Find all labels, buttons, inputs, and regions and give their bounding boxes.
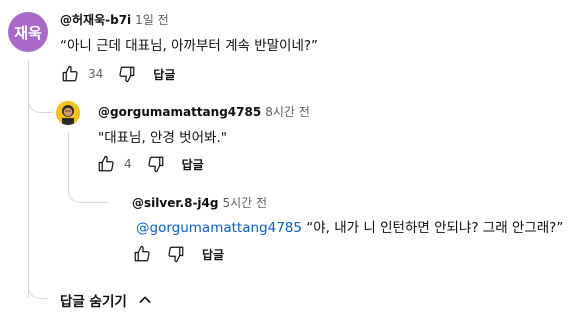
thumbs-up-icon [62, 65, 78, 82]
reply-time[interactable]: 8시간 전 [265, 105, 310, 119]
commenter-avatar[interactable]: 재욱 [8, 12, 48, 52]
like-count: 4 [124, 157, 132, 171]
reply-header: @gorgumamattang4785 8시간 전 [98, 103, 310, 120]
chevron-up-icon [139, 296, 151, 303]
mention-link[interactable]: @gorgumamattang4785 [136, 220, 302, 236]
reply-actions: 답글 [130, 242, 224, 266]
avatar-illustration-icon [56, 101, 80, 125]
comment-actions: 34 답글 [58, 62, 175, 86]
comment-text: “아니 근데 대표님, 아까부터 계속 반말이네?” [60, 38, 319, 54]
hide-replies-button[interactable]: 답글 숨기기 [60, 290, 153, 310]
reply-button[interactable]: 답글 [182, 156, 204, 173]
reply-avatar[interactable] [56, 101, 80, 125]
thread-connector [28, 282, 47, 299]
like-count: 34 [88, 67, 104, 81]
reply-text: @gorgumamattang4785 “야, 내가 니 인턴하면 안되냐? 그… [136, 216, 563, 236]
comment-author-handle[interactable]: @허재욱-b7i [60, 13, 131, 27]
thread-connector [28, 90, 53, 113]
reply-button[interactable]: 답글 [153, 66, 175, 83]
reply-time[interactable]: 5시간 전 [222, 196, 267, 210]
dislike-button[interactable] [144, 152, 168, 176]
comment-header: @허재욱-b7i 1일 전 [60, 11, 169, 28]
like-button[interactable] [130, 242, 154, 266]
thumbs-down-icon [148, 156, 163, 173]
reply-button[interactable]: 답글 [202, 246, 224, 263]
thumbs-down-icon [168, 246, 184, 263]
thumbs-up-icon [98, 155, 114, 172]
thumbs-up-icon [134, 245, 150, 262]
reply-header: @silver.8-j4g 5시간 전 [132, 194, 267, 211]
thread-connector [68, 176, 109, 203]
dislike-button[interactable] [164, 242, 188, 266]
like-button[interactable] [58, 62, 82, 86]
comment-time[interactable]: 1일 전 [135, 13, 169, 27]
reply-actions: 4 답글 [94, 152, 204, 176]
reply-text: "대표님, 안경 벗어봐." [98, 130, 227, 146]
like-button[interactable] [94, 152, 118, 176]
reply-text-body: “야, 내가 니 인턴하면 안되냐? 그래 안그래?” [301, 220, 564, 236]
reply-author-handle[interactable]: @silver.8-j4g [132, 196, 218, 210]
thumbs-down-icon [119, 66, 135, 83]
dislike-button[interactable] [115, 62, 139, 86]
hide-replies-label: 답글 숨기기 [60, 294, 127, 310]
reply-author-handle[interactable]: @gorgumamattang4785 [98, 105, 261, 119]
